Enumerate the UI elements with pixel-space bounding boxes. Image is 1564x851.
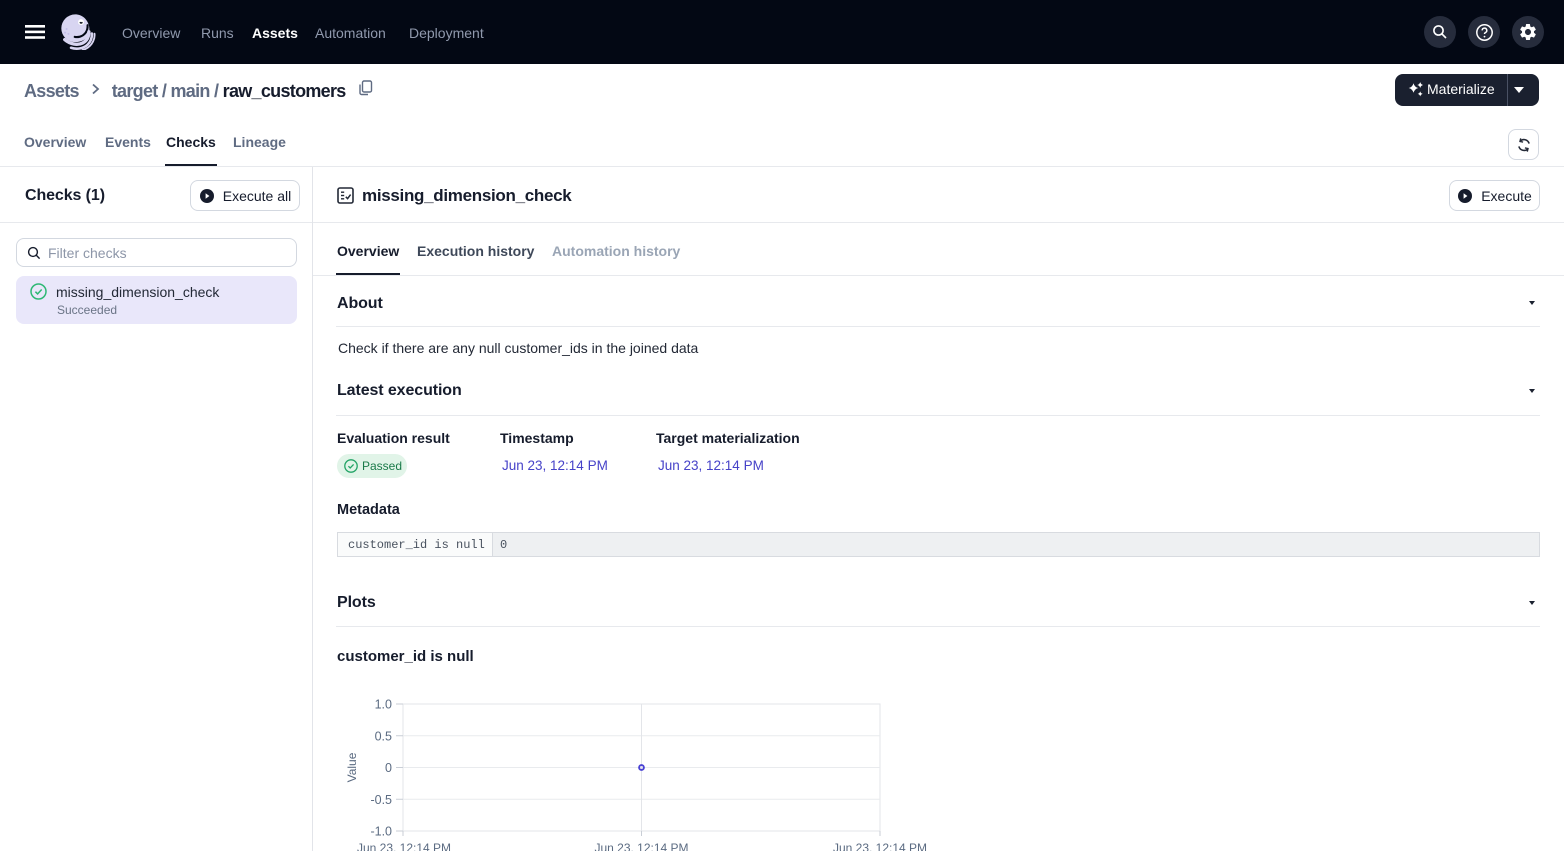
svg-text:-0.5: -0.5 [370, 793, 392, 807]
svg-text:1.0: 1.0 [375, 698, 392, 712]
svg-text:Value: Value [345, 752, 359, 782]
svg-text:Jun 23, 12:14 PM: Jun 23, 12:14 PM [357, 841, 451, 851]
svg-text:0.5: 0.5 [375, 729, 392, 743]
svg-text:Jun 23, 12:14 PM: Jun 23, 12:14 PM [833, 841, 927, 851]
svg-text:0: 0 [385, 761, 392, 775]
svg-text:Jun 23, 12:14 PM: Jun 23, 12:14 PM [594, 841, 688, 851]
svg-text:-1.0: -1.0 [370, 825, 392, 839]
